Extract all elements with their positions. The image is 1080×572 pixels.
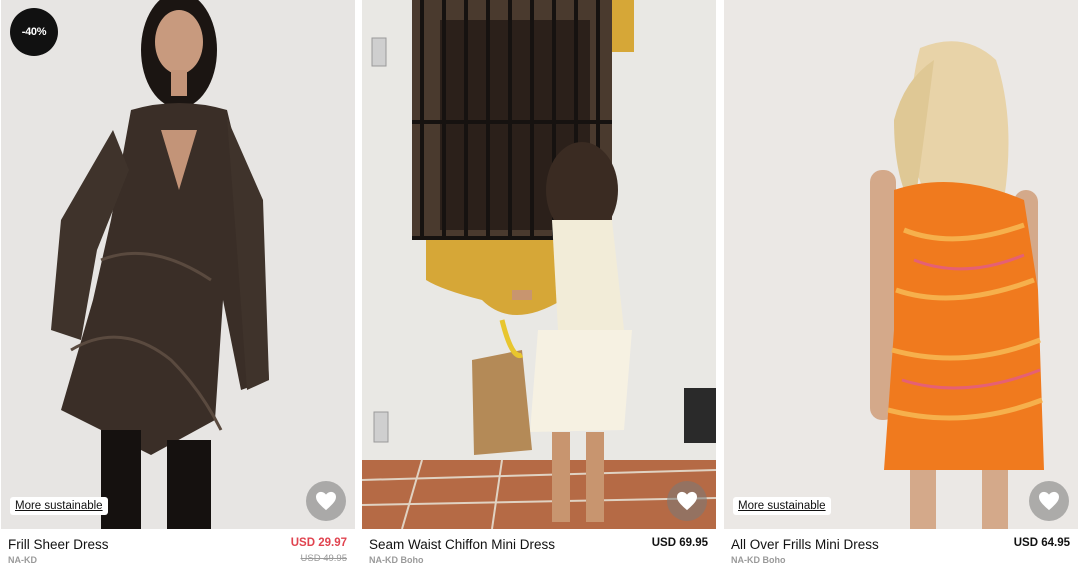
sustainability-tag[interactable]: More sustainable	[733, 497, 831, 515]
product-name[interactable]: All Over Frills Mini Dress	[731, 537, 879, 552]
product-image[interactable]: More sustainable	[724, 0, 1078, 529]
sustainability-tag[interactable]: More sustainable	[10, 497, 108, 515]
product-card[interactable]: -40% More sustainable Frill Sheer Dress …	[1, 0, 355, 572]
product-image[interactable]	[362, 0, 716, 529]
heart-icon	[1039, 491, 1059, 511]
heart-icon	[316, 491, 336, 511]
favorite-button[interactable]	[1029, 481, 1069, 521]
product-name[interactable]: Seam Waist Chiffon Mini Dress	[369, 537, 555, 552]
product-price: USD 64.95	[1013, 537, 1070, 549]
product-info: All Over Frills Mini Dress NA-KD Boho US…	[724, 529, 1078, 572]
original-price: USD 49.95	[300, 553, 347, 564]
product-info: Frill Sheer Dress NA-KD USD 29.97 USD 49…	[1, 529, 355, 572]
product-brand: NA-KD	[8, 555, 37, 565]
heart-icon	[677, 491, 697, 511]
sale-price: USD 29.97	[290, 537, 347, 549]
product-card[interactable]: More sustainable All Over Frills Mini Dr…	[724, 0, 1078, 572]
product-brand: NA-KD Boho	[731, 555, 786, 565]
favorite-button[interactable]	[306, 481, 346, 521]
product-info: Seam Waist Chiffon Mini Dress NA-KD Boho…	[362, 529, 716, 572]
product-price: USD 69.95	[651, 537, 708, 549]
favorite-button[interactable]	[667, 481, 707, 521]
product-grid: -40% More sustainable Frill Sheer Dress …	[0, 0, 1080, 572]
product-name[interactable]: Frill Sheer Dress	[8, 537, 109, 552]
discount-badge: -40%	[10, 8, 58, 56]
product-image[interactable]: -40% More sustainable	[1, 0, 355, 529]
product-brand: NA-KD Boho	[369, 555, 424, 565]
product-card[interactable]: Seam Waist Chiffon Mini Dress NA-KD Boho…	[362, 0, 716, 572]
